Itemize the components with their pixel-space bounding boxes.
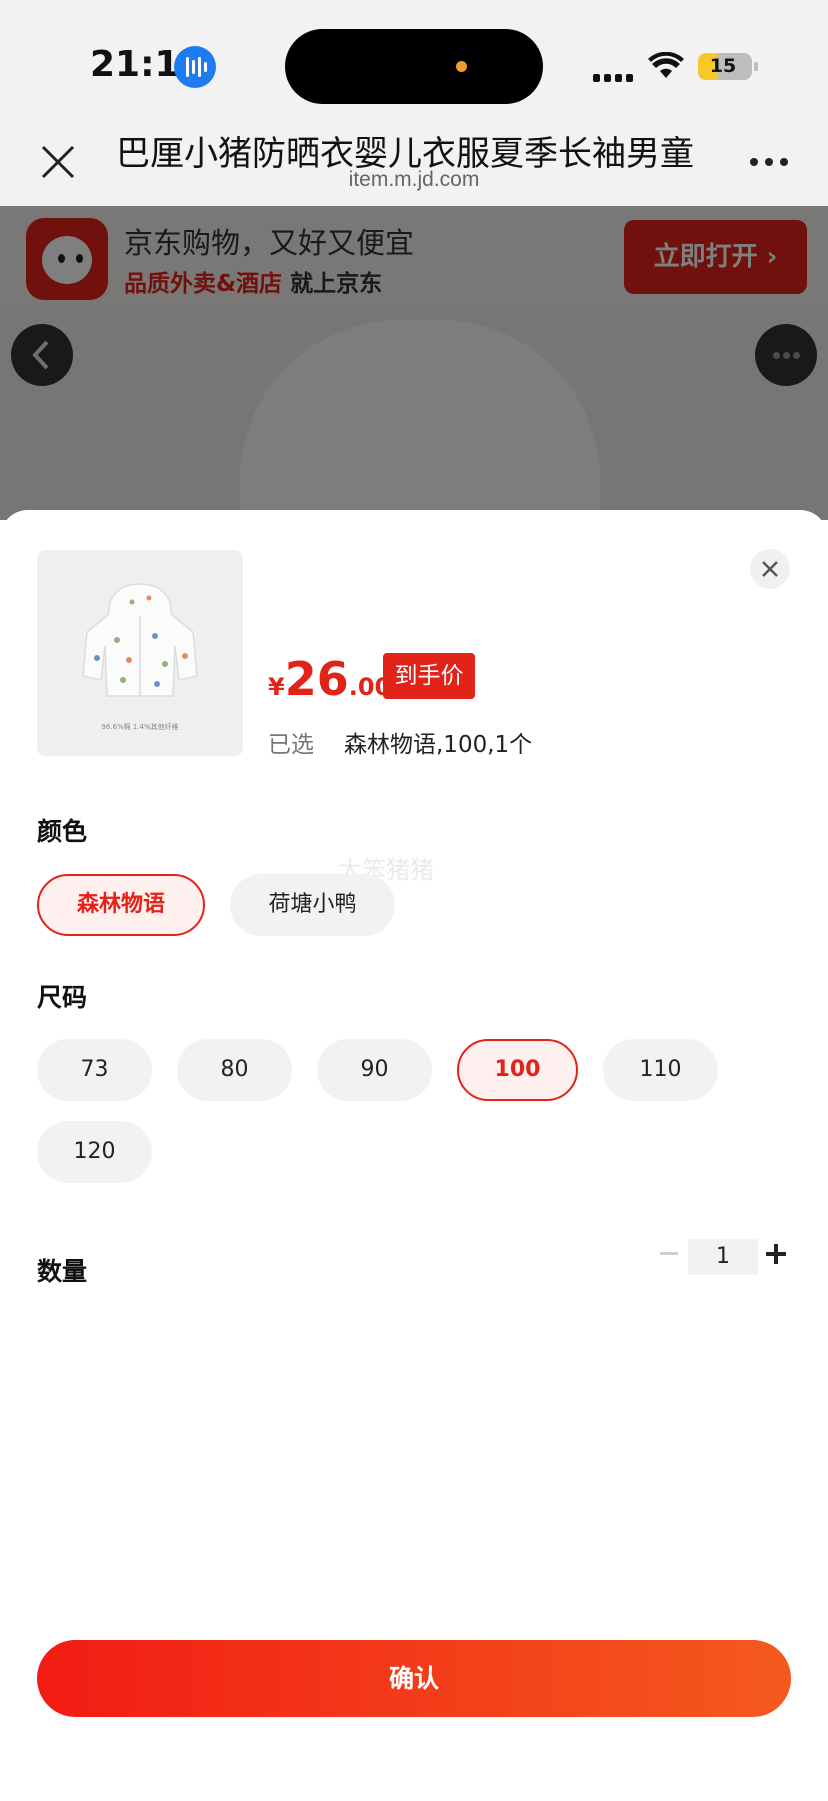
quantity-section-label: 数量 — [37, 1257, 88, 1286]
size-option-120[interactable]: 120 — [37, 1121, 152, 1183]
browser-header: 巴厘小猪防晒衣婴儿衣服夏季长袖男童 item.m.jd.com — [0, 120, 828, 206]
price-tag-badge: 到手价 — [383, 653, 475, 699]
size-option-110[interactable]: 110 — [603, 1039, 718, 1101]
color-section-label: 颜色 — [37, 817, 88, 846]
close-sheet-button[interactable] — [750, 549, 790, 589]
color-option-forest[interactable]: 森林物语 — [37, 874, 205, 936]
battery-icon: 15 — [698, 53, 758, 80]
close-icon — [762, 561, 778, 577]
selected-summary: 森林物语,100,1个 — [344, 732, 533, 758]
wifi-icon — [648, 52, 684, 78]
modal-backdrop[interactable] — [0, 206, 828, 520]
battery-level: 15 — [709, 55, 737, 77]
confirm-button[interactable]: 确认 — [37, 1640, 791, 1717]
selected-label: 已选 — [268, 732, 314, 758]
recording-indicator-icon — [456, 61, 467, 72]
more-options-icon[interactable] — [750, 158, 790, 170]
quantity-input[interactable]: 1 — [688, 1239, 758, 1275]
plus-icon[interactable] — [766, 1244, 786, 1264]
sku-selector-sheet: 96.6%棉 1.4%其他纤维 ¥26.00 到手价 已选 森林物语,100,1… — [0, 510, 828, 1801]
product-price: ¥26.00 — [268, 652, 391, 706]
size-section-label: 尺码 — [37, 983, 88, 1012]
size-option-80[interactable]: 80 — [177, 1039, 292, 1101]
size-option-73[interactable]: 73 — [37, 1039, 152, 1101]
status-bar: 21:11 15 — [0, 0, 828, 120]
page-url: item.m.jd.com — [348, 168, 480, 191]
voice-assistant-icon — [174, 46, 216, 88]
product-thumbnail: 96.6%棉 1.4%其他纤维 — [37, 550, 243, 756]
color-option-duck[interactable]: 荷塘小鸭 — [230, 874, 395, 936]
price-integer: 26 — [284, 652, 349, 706]
minus-icon[interactable] — [660, 1252, 678, 1255]
thumbnail-caption: 96.6%棉 1.4%其他纤维 — [101, 723, 179, 731]
dynamic-island — [285, 29, 543, 104]
jacket-image — [82, 583, 198, 697]
currency-symbol: ¥ — [268, 673, 285, 701]
size-option-90[interactable]: 90 — [317, 1039, 432, 1101]
cellular-signal-icon — [593, 60, 635, 82]
size-option-100[interactable]: 100 — [457, 1039, 578, 1101]
